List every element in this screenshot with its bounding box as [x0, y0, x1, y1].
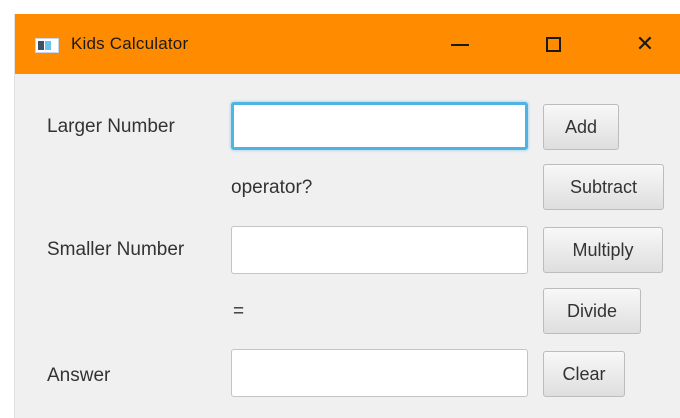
close-button[interactable]: ✕ [615, 14, 675, 74]
answer-output[interactable] [231, 349, 528, 397]
app-window: Kids Calculator ✕ Larger Number Add oper… [14, 14, 680, 418]
subtract-button[interactable]: Subtract [543, 164, 664, 210]
minimize-button[interactable] [430, 14, 490, 74]
minimize-icon [451, 44, 469, 46]
app-icon [35, 38, 59, 53]
larger-number-input[interactable] [231, 102, 528, 150]
window-title: Kids Calculator [71, 34, 189, 53]
equals-label: = [233, 301, 245, 322]
maximize-button[interactable] [523, 14, 583, 74]
clear-button[interactable]: Clear [543, 351, 625, 397]
multiply-button[interactable]: Multiply [543, 227, 663, 273]
title-bar[interactable]: Kids Calculator ✕ [15, 14, 680, 74]
larger-number-label: Larger Number [47, 116, 175, 137]
smaller-number-label: Smaller Number [47, 239, 185, 260]
smaller-number-input[interactable] [231, 226, 528, 274]
close-icon: ✕ [635, 31, 655, 56]
answer-label: Answer [47, 365, 111, 386]
maximize-icon [545, 36, 561, 52]
operator-label: operator? [231, 177, 313, 198]
add-button[interactable]: Add [543, 104, 619, 150]
divide-button[interactable]: Divide [543, 288, 641, 334]
